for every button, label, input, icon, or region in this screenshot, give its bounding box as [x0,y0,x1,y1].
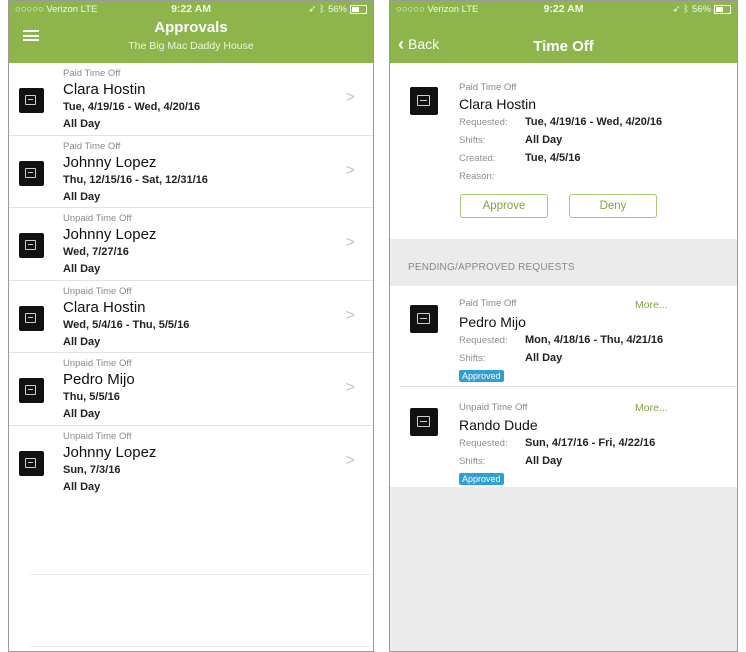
battery-icon [714,5,731,14]
request-dates: Wed, 7/27/16 [63,246,129,258]
requested-label: Requested: [459,335,508,346]
request-type: Paid Time Off [63,68,121,79]
request-detail-card: Paid Time Off Clara Hostin Requested: Tu… [390,63,737,239]
chevron-right-icon: > [345,451,355,469]
request-shift: All Day [63,118,101,130]
calendar-icon [19,160,44,186]
shifts-value: All Day [525,352,563,364]
status-icons: ➶ ᛒ 56% [308,4,367,15]
status-bar: ○○○○○ Verizon LTE 9:22 AM ➶ ᛒ 56% [9,1,373,17]
time-off-screen: ○○○○○ Verizon LTE 9:22 AM ➶ ᛒ 56% ‹ Back… [389,0,738,652]
request-shift: All Day [63,335,101,348]
request-dates: Thu, 12/15/16 - Sat, 12/31/16 [63,173,208,186]
request-dates: Tue, 4/19/16 - Wed, 4/20/16 [63,101,201,113]
calendar-icon [19,378,44,403]
employee-name: Johnny Lopez [63,226,157,243]
more-link[interactable]: More... [635,299,668,311]
divider [29,646,373,647]
bluetooth-icon: ᛒ [319,4,325,15]
employee-name: Pedro Mijo [459,314,526,330]
battery-percent: 56% [691,4,711,15]
request-type: Unpaid Time Off [63,213,132,224]
divider [400,386,737,387]
status-bar: ○○○○○ Verizon LTE 9:22 AM ➶ ᛒ 56% [390,1,737,17]
shifts-label: Shifts: [459,456,486,467]
created-value: Tue, 4/5/16 [525,152,581,164]
employee-name: Pedro Mijo [63,371,135,388]
calendar-icon [410,408,438,436]
list-item[interactable]: Unpaid Time Off Clara Hostin Wed, 5/4/16… [9,281,373,353]
chevron-right-icon: > [345,89,355,106]
shifts-value: All Day [525,134,563,146]
divider [29,574,373,575]
page-title: Approvals [154,19,228,36]
request-type: Unpaid Time Off [459,402,528,413]
calendar-icon [19,305,44,331]
employee-name: Clara Hostin [459,96,537,112]
shifts-label: Shifts: [459,353,486,364]
chevron-right-icon: > [345,234,355,251]
approvals-list: Paid Time Off Clara Hostin Tue, 4/19/16 … [9,63,373,497]
battery-icon [350,5,367,14]
requested-value: Tue, 4/19/16 - Wed, 4/20/16 [525,116,663,128]
list-item[interactable]: Unpaid Time Off Johnny Lopez Sun, 7/3/16… [9,426,373,498]
request-type: Paid Time Off [459,82,517,93]
nav-bar: ○○○○○ Verizon LTE 9:22 AM ➶ ᛒ 56% ‹ Back… [390,1,737,63]
request-type: Unpaid Time Off [63,285,132,297]
request-type: Paid Time Off [459,298,517,309]
list-item[interactable]: Unpaid Time Off Pedro Mijo Thu, 5/5/16 A… [9,353,373,426]
request-dates: Sun, 7/3/16 [63,463,121,476]
employee-name: Rando Dude [459,417,538,433]
more-link[interactable]: More... [635,402,668,414]
approvals-screen: ○○○○○ Verizon LTE 9:22 AM ➶ ᛒ 56% Approv… [8,0,374,652]
page-subtitle: The Big Mac Daddy House [128,40,254,52]
requested-value: Mon, 4/18/16 - Thu, 4/21/16 [525,334,664,346]
employee-name: Johnny Lopez [63,443,157,461]
request-shift: All Day [63,190,101,203]
chevron-right-icon: > [345,306,355,324]
employee-name: Clara Hostin [63,81,146,98]
request-shift: All Day [63,480,101,493]
request-dates: Wed, 5/4/16 - Thu, 5/5/16 [63,318,190,331]
request-type: Paid Time Off [63,140,121,152]
status-icons: ➶ ᛒ 56% [672,4,731,15]
request-dates: Thu, 5/5/16 [63,391,120,403]
nav-bar: ○○○○○ Verizon LTE 9:22 AM ➶ ᛒ 56% Approv… [9,1,373,63]
reason-label: Reason: [459,171,495,182]
calendar-icon [19,233,44,258]
status-badge: Approved [459,370,504,382]
bluetooth-icon: ᛒ [683,4,689,15]
requested-label: Requested: [459,438,508,449]
request-type: Unpaid Time Off [63,358,132,369]
request-type: Unpaid Time Off [63,430,132,442]
approve-button[interactable]: Approve [460,194,548,218]
request-shift: All Day [63,263,101,275]
request-shift: All Day [63,408,101,420]
requested-value: Sun, 4/17/16 - Fri, 4/22/16 [525,437,656,449]
calendar-icon [19,88,44,113]
location-icon: ➶ [672,4,681,15]
employee-name: Clara Hostin [63,298,146,316]
battery-percent: 56% [327,4,347,15]
chevron-right-icon: > [345,161,355,179]
requested-label: Requested: [459,117,508,128]
page-title: Time Off [533,38,594,55]
shifts-value: All Day [525,455,563,467]
status-badge: Approved [459,473,504,485]
requests-list: Paid Time Off More... Pedro Mijo Request… [390,286,737,487]
deny-button[interactable]: Deny [569,194,657,218]
chevron-right-icon: > [345,379,355,396]
shifts-label: Shifts: [459,135,486,146]
employee-name: Johnny Lopez [63,153,157,171]
calendar-icon [410,87,438,115]
location-icon: ➶ [308,4,317,15]
calendar-icon [410,305,438,333]
list-item[interactable]: Paid Time Off Johnny Lopez Thu, 12/15/16… [9,136,373,208]
created-label: Created: [459,153,496,164]
list-item[interactable]: Unpaid Time Off Johnny Lopez Wed, 7/27/1… [9,208,373,281]
section-header: PENDING/APPROVED REQUESTS [408,262,575,273]
list-item[interactable]: Paid Time Off Clara Hostin Tue, 4/19/16 … [9,63,373,136]
calendar-icon [19,450,44,476]
